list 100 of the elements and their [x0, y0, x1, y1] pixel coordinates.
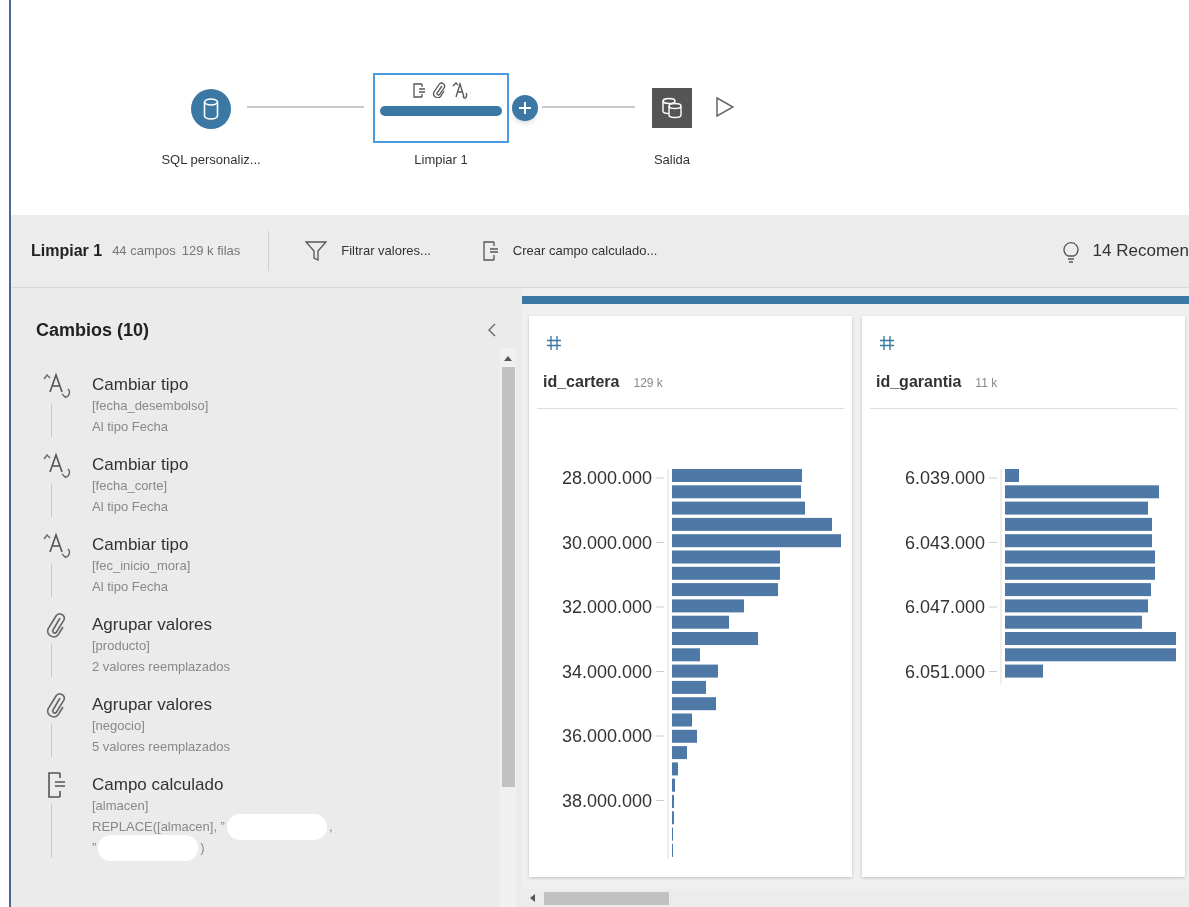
histogram-bar[interactable]	[1005, 664, 1043, 678]
field-count: 44 campos	[112, 242, 176, 261]
change-title: Cambiar tipo	[92, 535, 190, 555]
change-detail: REPLACE([almacen], ”	[92, 818, 225, 836]
histogram-bar[interactable]	[672, 566, 780, 580]
histogram-bar[interactable]	[672, 615, 729, 629]
tick-mark	[655, 671, 665, 672]
axis-label: 6.039.000	[904, 468, 985, 488]
change-field: [almacen]	[92, 795, 333, 816]
node-label: Salida	[652, 151, 692, 169]
histogram-bar[interactable]	[672, 517, 832, 531]
timeline-line	[51, 404, 52, 437]
lightbulb-icon	[1062, 239, 1079, 263]
scroll-left-icon[interactable]	[530, 894, 536, 902]
histogram-bar[interactable]	[1005, 599, 1148, 613]
collapse-button[interactable]	[488, 323, 496, 337]
histogram-bar[interactable]	[672, 713, 692, 727]
filter-icon	[305, 240, 328, 262]
tick-mark	[655, 542, 665, 543]
calculated-field-icon	[482, 241, 499, 261]
histogram-bar[interactable]	[1005, 550, 1155, 564]
axis-label: 6.047.000	[904, 597, 985, 617]
axis-label: 6.043.000	[904, 532, 985, 553]
histogram-bar[interactable]	[672, 762, 678, 776]
database-node[interactable]	[191, 89, 231, 129]
change-field: [producto]	[92, 635, 231, 656]
histogram-bar[interactable]	[1005, 517, 1152, 531]
timeline-line	[51, 724, 52, 757]
histogram-bar[interactable]	[672, 697, 716, 711]
timeline-line	[51, 564, 52, 597]
histogram-bar[interactable]	[672, 664, 718, 678]
change-title: Campo calculado	[92, 775, 225, 795]
change-title: Cambiar tipo	[92, 455, 189, 475]
histogram-bar[interactable]	[672, 501, 805, 515]
change-title: Agrupar valores	[92, 615, 213, 635]
histogram-bar[interactable]	[672, 778, 675, 792]
change-field: [fecha_corte]	[92, 475, 189, 496]
histogram-bar[interactable]	[1005, 501, 1148, 515]
number-type-icon	[547, 336, 561, 350]
histogram-bar[interactable]	[1005, 648, 1176, 662]
run-button[interactable]	[716, 97, 734, 117]
timeline-line	[51, 484, 52, 517]
axis-label: 6.051.000	[904, 661, 985, 682]
timeline-line	[51, 644, 52, 677]
timeline-line	[51, 804, 52, 858]
output-database-icon	[660, 96, 684, 120]
change-detail: 2 valores reemplazados	[92, 658, 231, 676]
number-type-icon	[880, 336, 894, 350]
change-detail: Al tipo Fecha	[92, 418, 168, 436]
distinct-count: 129 k	[633, 375, 663, 392]
tick-mark	[655, 800, 665, 801]
change-detail: ”	[92, 839, 97, 857]
histogram-bar[interactable]	[1005, 566, 1155, 580]
axis-label: 28.000.000	[561, 468, 652, 488]
histogram-bar[interactable]	[672, 485, 801, 499]
output-node[interactable]	[652, 88, 692, 128]
change-field: [fecha_desembolso]	[92, 395, 209, 416]
recommendations-button[interactable]: 14 Recomen	[1062, 238, 1189, 264]
histogram-bar[interactable]	[672, 680, 706, 694]
tick-mark	[988, 542, 998, 543]
calculated-field-icon	[412, 82, 426, 98]
plus-icon	[519, 102, 531, 114]
step-title: Limpiar 1	[31, 241, 103, 261]
node-label: SQL personaliz...	[160, 151, 262, 169]
histogram-bar[interactable]	[672, 648, 700, 662]
change-field: [negocio]	[92, 715, 231, 736]
change-detail: )	[200, 839, 205, 857]
axis-label: 38.000.000	[561, 790, 652, 811]
field-name: id_cartera	[543, 372, 620, 392]
horizontal-scrollbar-thumb[interactable]	[544, 891, 669, 905]
histogram-bar[interactable]	[1005, 534, 1152, 548]
vertical-scrollbar-thumb[interactable]	[501, 367, 515, 787]
field-name: id_garantia	[876, 372, 962, 392]
node-label: Limpiar 1	[413, 151, 469, 169]
clean-step-node[interactable]	[373, 73, 509, 143]
change-detail: Al tipo Fecha	[92, 498, 168, 516]
tick-mark	[988, 671, 998, 672]
database-icon	[203, 98, 219, 120]
change-field: [fec_inicio_mora]	[92, 555, 191, 576]
axis-label: 30.000.000	[561, 532, 652, 553]
add-step-button[interactable]	[512, 95, 538, 121]
toolbar-button[interactable]: Crear campo calculado...	[482, 241, 658, 261]
histogram-bar[interactable]	[1005, 615, 1142, 629]
toolbar-button[interactable]: Filtrar valores...	[305, 240, 431, 262]
change-detail: ,	[328, 818, 333, 836]
chevron-left-icon	[488, 323, 496, 337]
histogram-bar[interactable]	[672, 729, 697, 743]
axis-label: 34.000.000	[561, 661, 652, 682]
play-icon	[716, 97, 734, 117]
scroll-up-icon[interactable]	[504, 356, 512, 361]
histogram-bar[interactable]	[672, 583, 778, 597]
histogram-bar[interactable]	[1005, 485, 1159, 499]
histogram-bar[interactable]	[672, 746, 687, 760]
histogram-bar[interactable]	[672, 550, 780, 564]
histogram-bar[interactable]	[672, 534, 841, 548]
histogram-bar[interactable]	[672, 599, 744, 613]
histogram-bar[interactable]	[1005, 583, 1151, 597]
paperclip-icon	[431, 82, 446, 98]
axis-label: 32.000.000	[561, 597, 652, 617]
row-count: 129 k filas	[181, 242, 241, 261]
